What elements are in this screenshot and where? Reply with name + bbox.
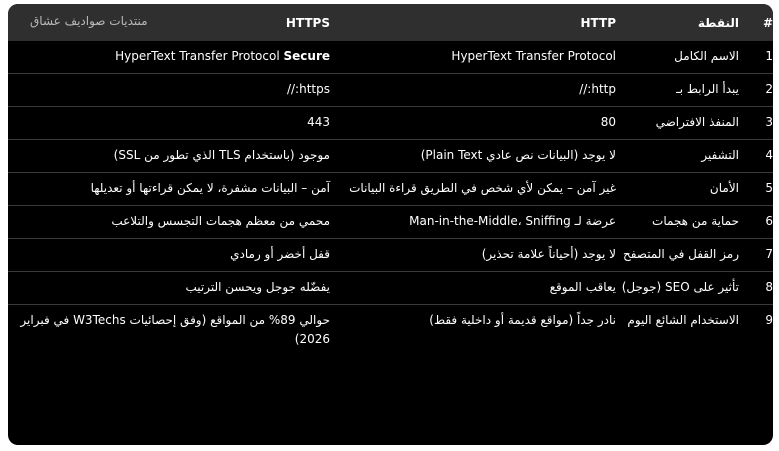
row-https: 443: [8, 106, 330, 140]
row-http: 80: [330, 106, 616, 140]
row-https-text: HyperText Transfer Protocol: [115, 49, 284, 63]
row-point: الأمان: [616, 172, 739, 206]
row-https: موجود (باستخدام TLS الذي تطور من SSL): [8, 139, 330, 173]
header-row: # النقطة HTTP HTTPS: [8, 4, 773, 41]
row-http: http://: [330, 73, 616, 107]
row-num: 6: [739, 205, 773, 239]
row-https: قفل أخضر أو رمادي: [8, 238, 330, 272]
table-row: 9 الاستخدام الشائع اليوم نادر جداً (مواق…: [8, 305, 773, 357]
table-row: 6 حماية من هجمات عرضة لـ Man-in-the-Midd…: [8, 205, 773, 239]
row-point: يبدأ الرابط بـ: [616, 73, 739, 107]
header-https: HTTPS: [285, 15, 330, 30]
row-http: يعاقب الموقع: [330, 271, 616, 305]
row-http: لا يوجد (أحياناً علامة تحذير): [330, 238, 616, 272]
row-num: 5: [739, 172, 773, 206]
row-num: 4: [739, 139, 773, 173]
row-point: التشفير: [616, 139, 739, 173]
table-row: 8 تأثير على SEO (جوجل) يعاقب الموقع يفضّ…: [8, 271, 773, 305]
row-point: المنفذ الافتراضي: [616, 106, 739, 140]
row-point: الاسم الكامل: [616, 41, 739, 74]
table-row: 2 يبدأ الرابط بـ http:// https://: [8, 73, 773, 107]
row-point: رمز القفل في المتصفح: [616, 238, 739, 272]
table-row: 3 المنفذ الافتراضي 80 443: [8, 106, 773, 140]
row-https-strong: Secure: [283, 49, 331, 63]
row-http: HyperText Transfer Protocol: [330, 41, 616, 74]
row-num: 8: [739, 271, 773, 305]
row-https: HyperText Transfer Protocol Secure: [8, 41, 330, 74]
table-row: 1 الاسم الكامل HyperText Transfer Protoc…: [8, 41, 773, 74]
row-point: تأثير على SEO (جوجل): [616, 271, 739, 305]
row-https: حوالي 89% من المواقع (وفق إحصائيات W3Tec…: [20, 313, 330, 346]
header-point: النقطة: [697, 15, 739, 30]
row-https: محمي من معظم هجمات التجسس والتلاعب: [8, 205, 330, 239]
row-num: 2: [739, 73, 773, 107]
row-num: 9: [765, 313, 773, 327]
comparison-card: منتديات صواديف عشاق # النقطة HTTP HTTPS …: [8, 4, 773, 445]
header-num: #: [762, 15, 773, 30]
row-num: 3: [739, 106, 773, 140]
comparison-table: # النقطة HTTP HTTPS 1 الاسم الكامل Hyper…: [8, 4, 773, 356]
row-https: https://: [8, 73, 330, 107]
header-http: HTTP: [580, 15, 616, 30]
row-point: حماية من هجمات: [616, 205, 739, 239]
row-https: يفضّله جوجل ويحسن الترتيب: [8, 271, 330, 305]
row-http: عرضة لـ Man-in-the-Middle، Sniffing: [330, 205, 616, 239]
row-num: 7: [739, 238, 773, 272]
table-row: 7 رمز القفل في المتصفح لا يوجد (أحياناً …: [8, 238, 773, 272]
row-http: غير آمن – يمكن لأي شخص في الطريق قراءة ا…: [330, 172, 616, 206]
table-row: 4 التشفير لا يوجد (البيانات نص عادي Plai…: [8, 139, 773, 173]
row-http: نادر جداً (مواقع قديمة أو داخلية فقط): [429, 313, 616, 327]
row-point: الاستخدام الشائع اليوم: [627, 313, 739, 327]
row-https: آمن – البيانات مشفرة، لا يمكن قراءتها أو…: [8, 172, 330, 206]
row-num: 1: [739, 41, 773, 74]
row-http: لا يوجد (البيانات نص عادي Plain Text): [330, 139, 616, 173]
table-row: 5 الأمان غير آمن – يمكن لأي شخص في الطري…: [8, 172, 773, 206]
